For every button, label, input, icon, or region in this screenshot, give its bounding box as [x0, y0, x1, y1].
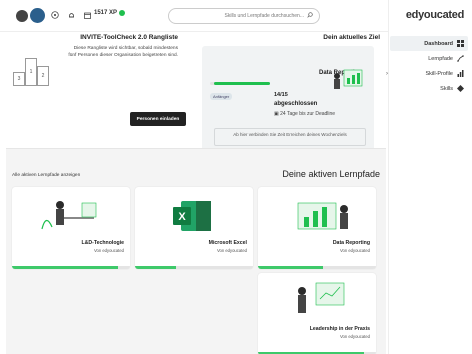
- course-progress-fill: [135, 266, 177, 269]
- path-icon: [457, 55, 464, 62]
- search-placeholder: Skills und Lernpfade durchsuchen...: [224, 13, 305, 19]
- search-input[interactable]: Skills und Lernpfade durchsuchen...: [168, 8, 320, 24]
- sidebar-item-label: Skill-Profile: [425, 70, 453, 77]
- sidebar-item-label: Lernpfade: [428, 55, 453, 62]
- ld-technology-illustration: [41, 201, 97, 230]
- excel-logo-icon: X: [173, 201, 211, 231]
- learning-paths-heading: Deine aktiven Lernpfade: [282, 169, 380, 179]
- data-reporting-illustration: [297, 202, 348, 230]
- grid-icon: [457, 40, 464, 47]
- sidebar-item-label: Skills: [440, 85, 453, 92]
- xp-value: 1517 XP: [94, 10, 118, 16]
- course-card-data-reporting[interactable]: Data Reporting Von edyoucated: [258, 187, 376, 269]
- user-avatar[interactable]: [16, 10, 28, 22]
- calendar-icon: ▣: [274, 111, 279, 117]
- course-name: Data Reporting: [332, 240, 370, 246]
- course-name: L&D-Technologie: [81, 240, 124, 246]
- podium-third: 3: [13, 72, 25, 86]
- sidebar-nav: Dashboard Lernpfade Skill-Profile › Skil…: [386, 36, 468, 96]
- course-author: Von edyoucated: [339, 334, 370, 339]
- sidebar-item-lernpfade[interactable]: Lernpfade: [390, 51, 468, 66]
- bell-icon[interactable]: [66, 10, 76, 20]
- sidebar-item-skills[interactable]: Skills: [390, 81, 468, 96]
- goal-progress-fill: [214, 82, 270, 85]
- sidebar-item-skill-profile[interactable]: Skill-Profile ›: [386, 66, 468, 81]
- podium-first: 1: [25, 58, 37, 86]
- leaderboard-description: Diese Rangliste wird sichtbar, sobald mi…: [68, 46, 178, 58]
- course-name: Leadership in der Praxis: [309, 326, 370, 332]
- calendar-icon[interactable]: [82, 10, 92, 20]
- chart-icon: [457, 70, 464, 77]
- svg-text:X: X: [178, 211, 186, 223]
- skills-icon: [457, 85, 464, 92]
- invite-people-button[interactable]: Personen einladen: [130, 112, 186, 126]
- show-all-learning-paths-link[interactable]: Alle aktiven Lernpfade anzeigen: [12, 173, 80, 178]
- course-author: Von edyoucated: [93, 248, 124, 253]
- brand-logo[interactable]: edyoucated: [406, 9, 464, 21]
- course-progress-bar: [135, 266, 253, 269]
- sidebar-item-label: Dashboard: [424, 40, 453, 47]
- goal-heading: Dein aktuelles Ziel: [323, 34, 380, 41]
- sidebar-item-dashboard[interactable]: Dashboard: [390, 36, 468, 51]
- top-bar: Skills und Lernpfade durchsuchen... 1517…: [0, 0, 388, 32]
- leaderboard-heading: INVITE-ToolCheck 2.0 Rangliste: [80, 34, 178, 41]
- course-progress-fill: [12, 266, 119, 269]
- search-icon: [307, 12, 313, 20]
- active-learning-paths: Deine aktiven Lernpfade Alle aktiven Ler…: [6, 148, 386, 354]
- course-progress-bar: [258, 266, 376, 269]
- leadership-illustration: [298, 282, 345, 313]
- goal-note: Ab hier verbinden Sie Zeit Erreichen dei…: [214, 128, 366, 146]
- podium-second: 2: [37, 66, 49, 86]
- course-card-leadership[interactable]: Leadership in der Praxis Von edyoucated: [258, 273, 376, 354]
- course-card-ld-technologie[interactable]: L&D-Technologie Von edyoucated: [12, 187, 130, 269]
- goal-illustration: [334, 69, 363, 89]
- podium-icon: 1 2 3: [12, 54, 50, 86]
- course-progress-bar: [12, 266, 130, 269]
- course-author: Von edyoucated: [339, 248, 370, 253]
- help-icon[interactable]: [50, 10, 60, 20]
- goal-status: abgeschlossen: [274, 101, 318, 107]
- goal-deadline-text: 24 Tage bis zur Deadline: [280, 111, 336, 117]
- xp-counter[interactable]: 1517 XP: [94, 10, 126, 16]
- course-progress-fill: [258, 266, 323, 269]
- course-card-microsoft-excel[interactable]: X Microsoft Excel Von edyoucated: [135, 187, 253, 269]
- organization-avatar[interactable]: [30, 8, 45, 23]
- sidebar: edyoucated Dashboard Lernpfade Skill-Pro…: [386, 0, 472, 354]
- course-author: Von edyoucated: [216, 248, 247, 253]
- course-name: Microsoft Excel: [208, 240, 247, 246]
- goal-deadline: ▣ 24 Tage bis zur Deadline: [274, 111, 335, 117]
- goal-xp: 14/15: [274, 92, 288, 98]
- goal-level-badge: Anfänger: [210, 93, 233, 100]
- goal-progress-bar: [210, 82, 270, 85]
- xp-icon: [119, 10, 126, 16]
- overview-section: Dein aktuelles Ziel Data Reporting Anfän…: [0, 32, 388, 166]
